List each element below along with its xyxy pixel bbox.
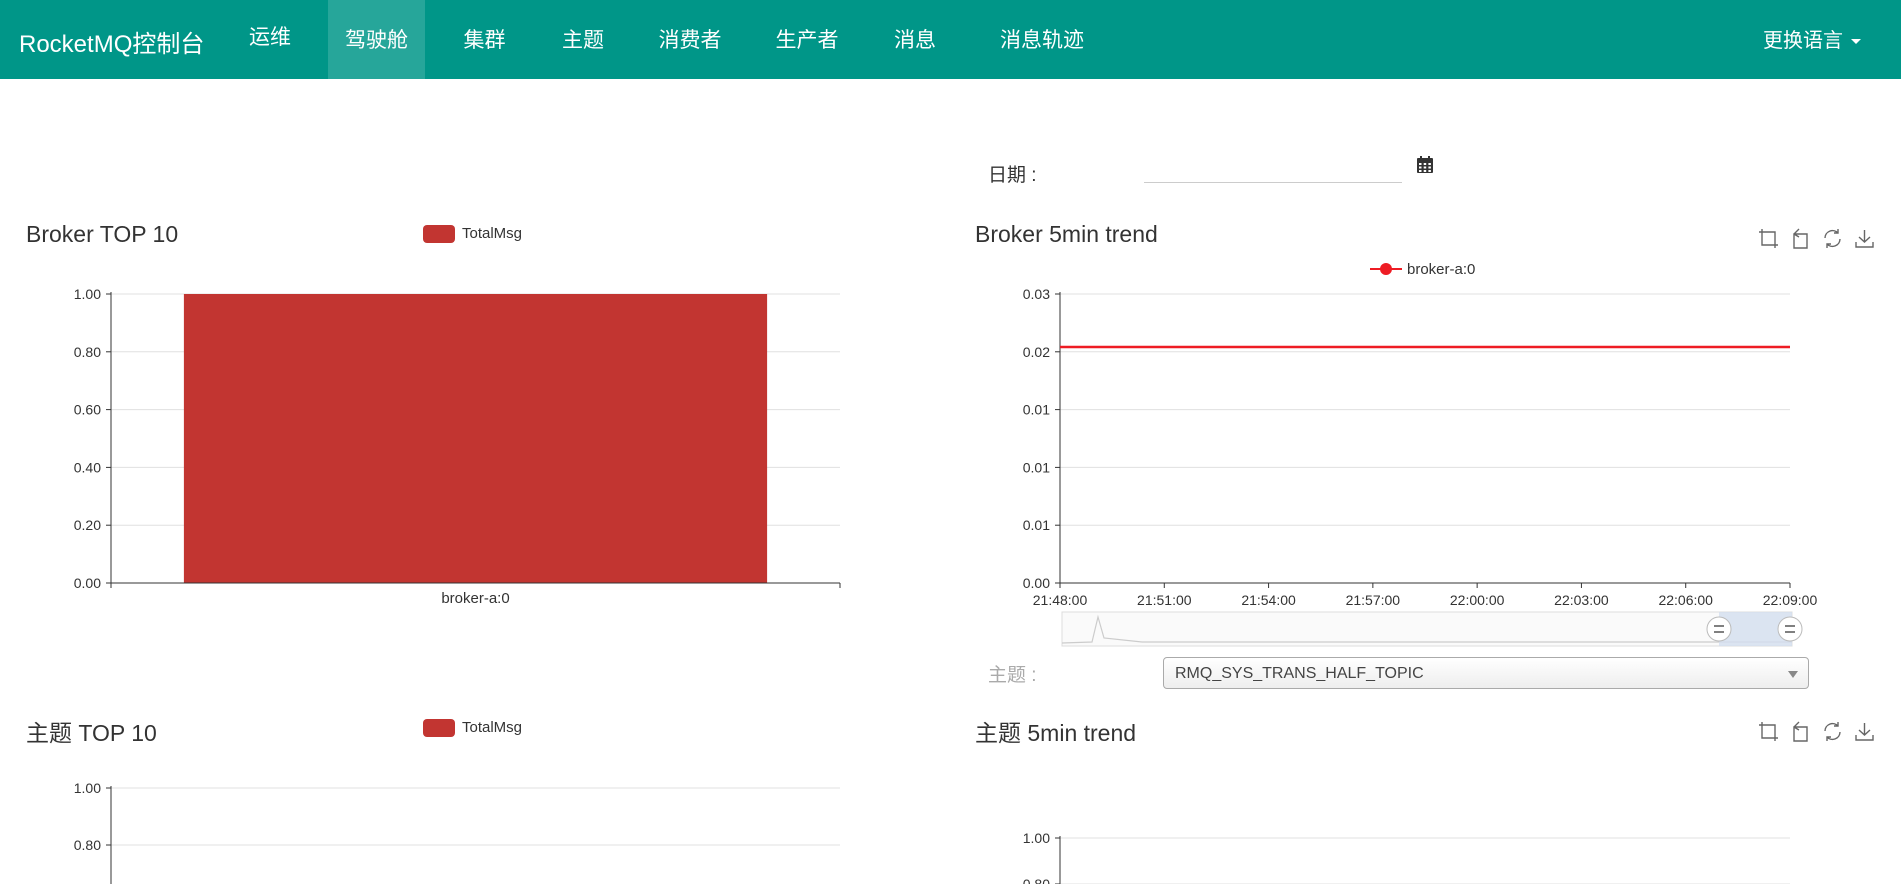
zoom-reset-icon[interactable] <box>1790 228 1811 249</box>
y-tick-label: 0.00 <box>74 575 101 591</box>
y-tick-label: 0.40 <box>74 459 101 475</box>
nav-item-producer[interactable]: 生产者 <box>762 0 852 79</box>
topic-top10-title: 主题 TOP 10 <box>26 720 157 746</box>
y-tick-label: 1.00 <box>74 286 101 302</box>
x-tick-label: 21:51:00 <box>1137 592 1192 608</box>
x-tick-label: 21:57:00 <box>1346 592 1401 608</box>
download-icon[interactable] <box>1854 721 1875 742</box>
language-dropdown[interactable]: 更换语言 <box>1763 24 1861 53</box>
y-tick-label: 0.01 <box>1023 459 1050 475</box>
date-label: 日期 : <box>988 165 1037 186</box>
top-navbar: RocketMQ控制台 运维 驾驶舱 集群 主题 消费者 生产者 消息 消息轨迹… <box>0 0 1901 79</box>
bar <box>183 294 768 583</box>
download-icon[interactable] <box>1854 228 1875 249</box>
x-tick-label: 22:03:00 <box>1554 592 1609 608</box>
y-tick-label: 0.00 <box>1023 575 1050 591</box>
broker-trend-title: Broker 5min trend <box>975 221 1158 247</box>
x-tick-label: 21:48:00 <box>1033 592 1088 608</box>
topic-select[interactable]: RMQ_SYS_TRANS_HALF_TOPIC <box>1163 657 1809 689</box>
y-tick-label: 1.00 <box>1023 830 1050 846</box>
legend-swatch <box>423 225 455 244</box>
x-tick-label: 22:06:00 <box>1658 592 1713 608</box>
zoom-icon[interactable] <box>1758 721 1779 742</box>
y-tick-label: 0.01 <box>1023 517 1050 533</box>
y-tick-label: 0.02 <box>1023 344 1050 360</box>
datazoom-handle <box>1777 616 1803 642</box>
topic-trend-toolbox <box>1758 721 1875 742</box>
topic-select-value: RMQ_SYS_TRANS_HALF_TOPIC <box>1175 665 1424 682</box>
topic-trend-chart: 1.00 0.80 <box>1023 830 1790 884</box>
nav-item-message-trace[interactable]: 消息轨迹 <box>980 0 1104 79</box>
calendar-icon[interactable] <box>1416 156 1434 174</box>
y-tick-label: 0.80 <box>74 344 101 360</box>
topic-trend-title: 主题 5min trend <box>975 720 1137 746</box>
topic-top10-chart: 1.00 0.80 <box>74 780 840 884</box>
y-tick-label: 1.00 <box>74 780 101 796</box>
topic-label: 主题 : <box>988 665 1037 686</box>
nav-item-dashboard[interactable]: 驾驶舱 <box>328 0 425 79</box>
y-tick-label: 0.20 <box>74 517 101 533</box>
datazoom-handle <box>1706 616 1732 642</box>
y-tick-label: 0.03 <box>1023 286 1050 302</box>
nav-item-ops[interactable]: 运维 <box>234 0 306 79</box>
legend-label: broker-a:0 <box>1407 261 1475 278</box>
date-input[interactable] <box>1144 155 1402 183</box>
y-tick-label: 0.80 <box>74 837 101 853</box>
nav-item-topic[interactable]: 主题 <box>545 0 621 79</box>
broker-trend-chart: broker-a:0 0.00 0.01 0.01 0.01 0.02 0.03 21:48:… <box>1023 261 1818 647</box>
topic-top10-legend[interactable]: TotalMsg <box>423 719 523 738</box>
restore-icon[interactable] <box>1822 721 1843 742</box>
x-tick-label: 21:54:00 <box>1241 592 1296 608</box>
legend-swatch <box>423 719 455 738</box>
broker-top10-chart: 0.00 0.20 0.40 0.60 0.80 1.00 broker-a:0 <box>74 286 841 607</box>
zoom-reset-icon[interactable] <box>1790 721 1811 742</box>
x-tick-label: 22:00:00 <box>1450 592 1505 608</box>
x-tick-label: 22:09:00 <box>1763 592 1818 608</box>
nav-item-consumer[interactable]: 消费者 <box>645 0 735 79</box>
restore-icon[interactable] <box>1822 228 1843 249</box>
chevron-down-icon <box>1851 39 1861 45</box>
y-tick-label: 0.60 <box>74 402 101 418</box>
y-tick-label: 0.01 <box>1023 402 1050 418</box>
broker-top10-legend[interactable]: TotalMsg <box>423 225 523 244</box>
x-tick-label: broker-a:0 <box>441 590 509 607</box>
nav-item-cluster[interactable]: 集群 <box>447 0 522 79</box>
datazoom-track <box>1061 611 1793 647</box>
legend-label: TotalMsg <box>462 225 523 242</box>
chevron-down-icon <box>1788 671 1798 678</box>
brand-title[interactable]: RocketMQ控制台 <box>19 24 204 59</box>
zoom-icon[interactable] <box>1758 228 1779 249</box>
broker-top10-title: Broker TOP 10 <box>26 221 179 247</box>
broker-trend-toolbox <box>1758 228 1875 249</box>
language-label: 更换语言 <box>1763 30 1843 52</box>
legend-marker <box>1380 263 1392 275</box>
y-tick-label: 0.80 <box>1023 876 1050 884</box>
nav-item-message[interactable]: 消息 <box>877 0 953 79</box>
legend-label: TotalMsg <box>462 719 523 736</box>
